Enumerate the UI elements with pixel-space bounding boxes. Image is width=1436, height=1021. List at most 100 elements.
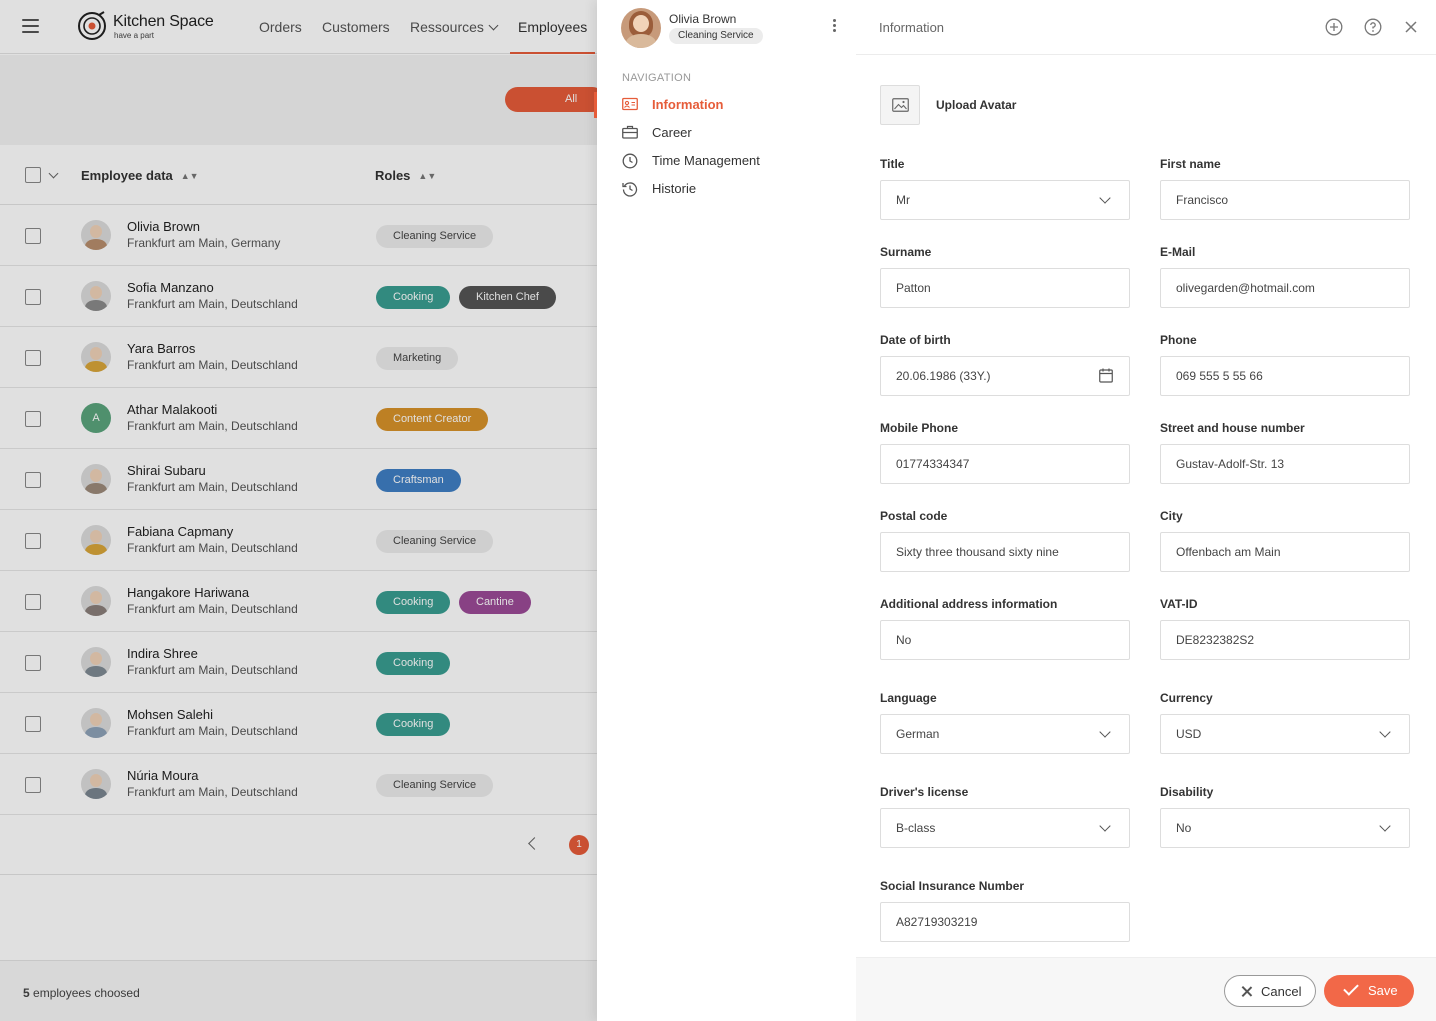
row-checkbox[interactable] xyxy=(25,655,41,671)
side-nav-label: Historie xyxy=(652,181,697,196)
employee-name[interactable]: Olivia Brown xyxy=(127,219,200,234)
table-row[interactable]: Núria Moura Frankfurt am Main, Deutschlan… xyxy=(0,754,597,815)
email-input[interactable]: olivegarden@hotmail.com xyxy=(1160,268,1410,308)
role-badge: Cleaning Service xyxy=(376,225,494,248)
table-row[interactable]: Hangakore Hariwana Frankfurt am Main, Deu… xyxy=(0,571,597,632)
help-icon[interactable] xyxy=(1364,18,1382,36)
chevron-down-icon[interactable] xyxy=(48,168,59,179)
nav-employees[interactable]: Employees xyxy=(510,0,596,54)
row-checkbox[interactable] xyxy=(25,411,41,427)
table-row[interactable]: A Athar Malakooti Frankfurt am Main, Deuts… xyxy=(0,388,597,449)
row-checkbox[interactable] xyxy=(25,228,41,244)
employee-name[interactable]: Mohsen Salehi xyxy=(127,707,213,722)
employee-name[interactable]: Sofia Manzano xyxy=(127,280,214,295)
hamburger-menu-icon[interactable] xyxy=(22,19,39,33)
row-checkbox[interactable] xyxy=(25,289,41,305)
employee-name[interactable]: Yara Barros xyxy=(127,341,195,356)
mobile-input[interactable]: 01774334347 xyxy=(880,444,1130,484)
chevron-left-icon[interactable] xyxy=(528,837,541,850)
upload-avatar-button[interactable] xyxy=(880,85,920,125)
pagination: 1 xyxy=(0,815,597,875)
employee-name[interactable]: Shirai Subaru xyxy=(127,463,206,478)
additional-address-input[interactable]: No xyxy=(880,620,1130,660)
avatar xyxy=(81,281,111,311)
row-checkbox[interactable] xyxy=(25,716,41,732)
table-row[interactable]: Mohsen Salehi Frankfurt am Main, Deutschl… xyxy=(0,693,597,754)
sin-input[interactable]: A82719303219 xyxy=(880,902,1130,942)
row-checkbox[interactable] xyxy=(25,350,41,366)
street-input[interactable]: Gustav-Adolf-Str. 13 xyxy=(1160,444,1410,484)
row-checkbox[interactable] xyxy=(25,472,41,488)
role-badge: Cooking xyxy=(376,591,451,614)
save-label: Save xyxy=(1368,983,1398,998)
side-nav-time-management[interactable]: Time Management xyxy=(622,151,856,171)
currency-select[interactable]: USD xyxy=(1160,714,1410,754)
close-icon[interactable] xyxy=(1402,18,1420,36)
employee-detail-drawer: Olivia Brown Cleaning Service NAVIGATION… xyxy=(594,0,1436,1021)
column-employee-data[interactable]: Employee data ▲▼ xyxy=(81,168,199,183)
avatar xyxy=(81,586,111,616)
nav-customers[interactable]: Customers xyxy=(322,0,390,54)
side-nav-career[interactable]: Career xyxy=(622,123,856,143)
row-checkbox[interactable] xyxy=(25,533,41,549)
language-select[interactable]: German xyxy=(880,714,1130,754)
table-row[interactable]: Fabiana Capmany Frankfurt am Main, Deutsc… xyxy=(0,510,597,571)
add-circle-icon[interactable] xyxy=(1325,18,1343,36)
first-name-value: Francisco xyxy=(1176,193,1229,207)
brand-name: Kitchen Space xyxy=(113,13,214,30)
row-checkbox[interactable] xyxy=(25,594,41,610)
filter-all-pill[interactable]: All xyxy=(505,87,597,112)
role-badge: Cooking xyxy=(376,713,451,736)
employee-name[interactable]: Hangakore Hariwana xyxy=(127,585,249,600)
column-employee-label: Employee data xyxy=(81,168,173,183)
postal-label: Postal code xyxy=(880,509,948,523)
title-value: Mr xyxy=(896,193,910,207)
table-row[interactable]: Olivia Brown Frankfurt am Main, Germany Cl… xyxy=(0,205,597,266)
image-icon xyxy=(892,98,909,112)
upload-avatar-label[interactable]: Upload Avatar xyxy=(936,98,1016,112)
selection-label: employees choosed xyxy=(33,986,140,1000)
first-name-input[interactable]: Francisco xyxy=(1160,180,1410,220)
table-row[interactable]: Yara Barros Frankfurt am Main, Deutschlan… xyxy=(0,327,597,388)
chevron-down-icon xyxy=(488,20,499,31)
mobile-value: 01774334347 xyxy=(896,457,970,471)
cancel-button[interactable]: Cancel xyxy=(1224,975,1316,1007)
calendar-icon[interactable] xyxy=(1099,368,1113,383)
city-input[interactable]: Offenbach am Main xyxy=(1160,532,1410,572)
nav-resources[interactable]: Ressources xyxy=(410,0,499,54)
select-all-checkbox[interactable] xyxy=(25,167,41,183)
more-options-icon[interactable] xyxy=(833,19,837,33)
title-select[interactable]: Mr xyxy=(880,180,1130,220)
role-badge: Content Creator xyxy=(376,408,489,431)
dob-input[interactable]: 20.06.1986 (33Y.) xyxy=(880,356,1130,396)
chevron-down-icon xyxy=(1379,820,1391,832)
table-row[interactable]: Sofia Manzano Frankfurt am Main, Deutschl… xyxy=(0,266,597,327)
license-select[interactable]: B-class xyxy=(880,808,1130,848)
avatar xyxy=(81,647,111,677)
title-label: Title xyxy=(880,157,905,171)
sort-icon: ▲▼ xyxy=(180,171,199,181)
chevron-down-icon xyxy=(1099,726,1111,738)
employee-name[interactable]: Fabiana Capmany xyxy=(127,524,233,539)
side-nav-information[interactable]: Information xyxy=(594,92,856,118)
side-nav-historie[interactable]: Historie xyxy=(622,179,856,199)
employee-name[interactable]: Indira Shree xyxy=(127,646,198,661)
nav-orders[interactable]: Orders xyxy=(259,0,302,54)
postal-input[interactable]: Sixty three thousand sixty nine xyxy=(880,532,1130,572)
language-label: Language xyxy=(880,691,937,705)
save-button[interactable]: Save xyxy=(1324,975,1414,1007)
vat-input[interactable]: DE8232382S2 xyxy=(1160,620,1410,660)
employee-name[interactable]: Núria Moura xyxy=(127,768,199,783)
column-roles[interactable]: Roles ▲▼ xyxy=(375,168,436,183)
surname-input[interactable]: Patton xyxy=(880,268,1130,308)
page-number-current[interactable]: 1 xyxy=(569,835,589,855)
disability-value: No xyxy=(1176,821,1192,835)
surname-label: Surname xyxy=(880,245,932,259)
sin-label: Social Insurance Number xyxy=(880,879,1025,893)
disability-select[interactable]: No xyxy=(1160,808,1410,848)
table-row[interactable]: Indira Shree Frankfurt am Main, Deutschla… xyxy=(0,632,597,693)
row-checkbox[interactable] xyxy=(25,777,41,793)
employee-name[interactable]: Athar Malakooti xyxy=(127,402,217,417)
table-row[interactable]: Shirai Subaru Frankfurt am Main, Deutschl… xyxy=(0,449,597,510)
phone-input[interactable]: 069 555 5 55 66 xyxy=(1160,356,1410,396)
